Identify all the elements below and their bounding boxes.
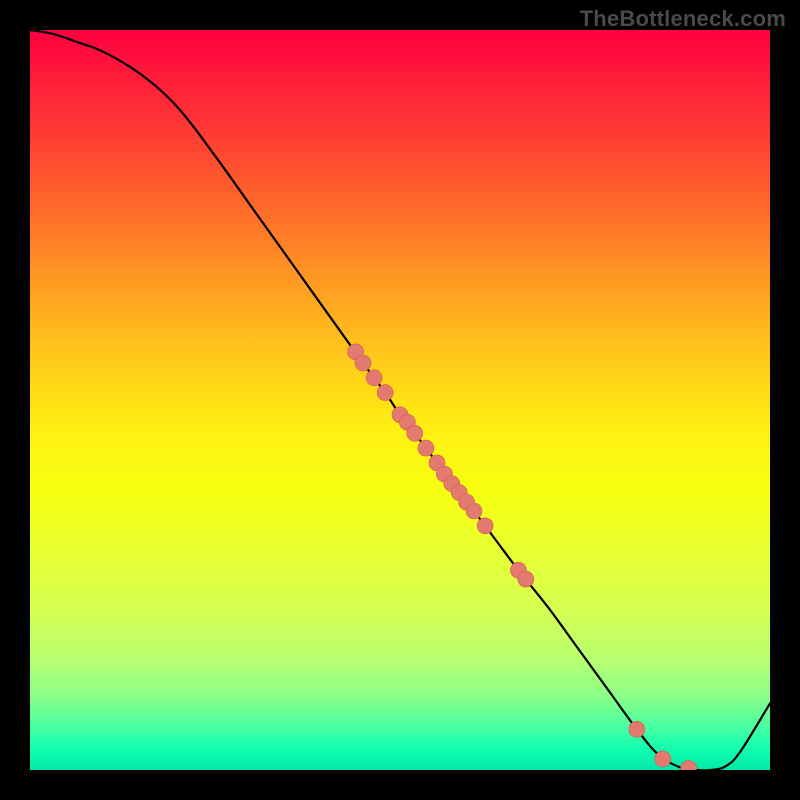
sample-point: [655, 751, 671, 767]
watermark-text: TheBottleneck.com: [580, 6, 786, 32]
sample-point: [418, 440, 434, 456]
bottleneck-curve: [30, 30, 770, 770]
sample-point: [466, 503, 482, 519]
sample-points-group: [348, 344, 697, 770]
chart-frame: [30, 30, 770, 770]
chart-overlay-svg: [30, 30, 770, 770]
sample-point: [477, 518, 493, 534]
sample-point: [681, 761, 697, 770]
sample-point: [629, 721, 645, 737]
sample-point: [355, 355, 371, 371]
sample-point: [366, 370, 382, 386]
sample-point: [407, 425, 423, 441]
sample-point: [518, 571, 534, 587]
sample-point: [377, 385, 393, 401]
